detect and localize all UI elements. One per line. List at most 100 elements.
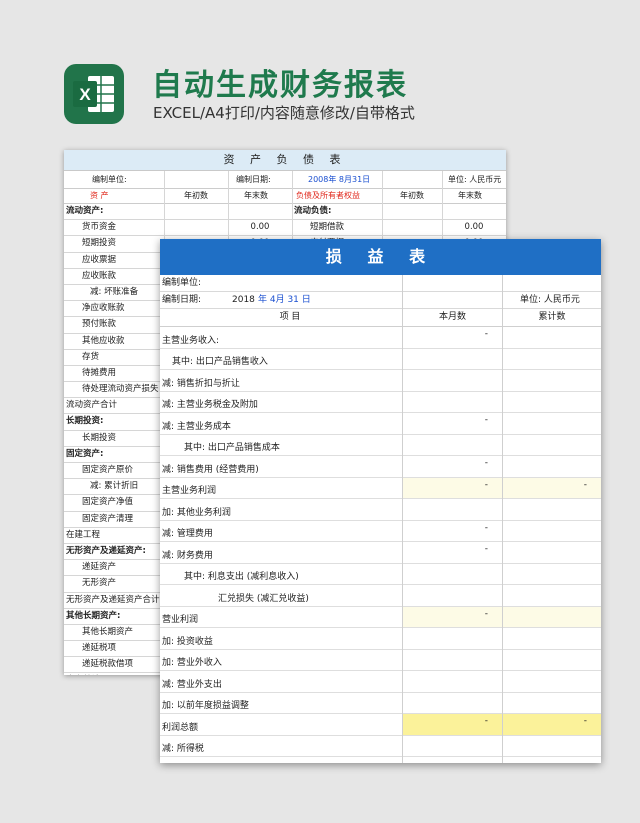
row-label: 汇兑损失 (减汇兑收益): [218, 593, 309, 604]
balance-sheet-info-row: 编制单位: 编制日期: 2008年 8月31日 单位: 人民币元: [64, 171, 506, 189]
table-row: 减: 销售费用 (经营费用) -: [160, 456, 601, 478]
row-label: 资产总计: [66, 673, 162, 675]
row-label: 减: 销售折扣与折让: [162, 378, 240, 389]
unit-label: 单位: 人民币元: [448, 175, 502, 184]
row-label: 无形资产及递延资产:: [66, 545, 146, 556]
table-row: 减: 营业外支出: [160, 671, 601, 693]
row-label: 营业利润: [162, 615, 199, 625]
cell-total: [503, 650, 601, 671]
row-label: 递延资产: [82, 562, 117, 573]
row-label: 减: 财务费用: [162, 550, 213, 561]
cell-month: -: [403, 757, 502, 763]
row-label: 无形资产: [82, 578, 117, 589]
table-row: 净利润 --: [160, 757, 601, 763]
cell-month: -: [484, 415, 488, 425]
row-label: 加: 投资收益: [162, 636, 213, 647]
row-label: 预付账款: [82, 319, 117, 330]
col-liabilities: 负债及所有者权益: [296, 191, 360, 200]
row-label: 减: 管理费用: [162, 529, 213, 539]
row-label: 短期投资: [82, 238, 117, 249]
row-label-liability: 短期借款: [310, 222, 345, 233]
table-row: 营业利润 -: [160, 606, 601, 628]
row-label: 其他长期资产: [82, 626, 134, 637]
row-label: 固定资产清理: [82, 513, 134, 524]
table-row: 减: 销售折扣与折让: [160, 370, 601, 392]
income-statement: 损 益 表 编制单位: 编制日期: 2018 年 4月 31 日 单位: 人民币…: [160, 239, 601, 763]
row-label: 加: 以前年度损益调整: [162, 701, 249, 711]
balance-sheet-title: 资 产 负 债 表: [64, 150, 506, 171]
row-label: 固定资产原价: [82, 465, 134, 475]
table-row: 主营业务利润 - -: [160, 477, 601, 499]
table-row: 流动资产: 流动负债:: [64, 204, 506, 221]
unit-label: 单位: 人民币元: [520, 295, 580, 305]
table-row: 其中: 出口产品销售收入: [160, 349, 601, 370]
row-label: 减: 营业外支出: [162, 679, 222, 690]
cell-total: [503, 413, 601, 434]
income-statement-title: 损 益 表: [160, 239, 601, 275]
col-assets: 资 产: [90, 191, 109, 200]
row-label: 主营业务利润: [162, 486, 217, 496]
cell-month: [403, 671, 502, 692]
date-row: 编制日期: 2018 年 4月 31 日 单位: 人民币元: [160, 292, 601, 309]
row-label: 其他长期资产:: [66, 610, 121, 621]
row-label: 固定资产净值: [82, 497, 134, 508]
col-end-2: 年末数: [458, 191, 482, 200]
compiler-row: 编制单位:: [160, 275, 601, 292]
table-row: 减: 主营业务成本 -: [160, 413, 601, 435]
cell-total: [503, 521, 601, 542]
date-label: 编制日期:: [236, 175, 271, 184]
row-label: 长期投资: [82, 432, 117, 443]
row-label: 递延税款借项: [82, 659, 134, 670]
income-statement-rows: 主营业务收入: - 其中: 出口产品销售收入 减: 销售折扣与折让 减: 主营业务税金及…: [160, 327, 601, 763]
row-label: 长期投资:: [66, 416, 104, 427]
cell-month: [403, 736, 502, 757]
row-label: 减: 坏账准备: [90, 286, 139, 297]
cell-month: -: [403, 477, 502, 498]
row-label: 减: 主营业务税金及附加: [162, 400, 258, 410]
row-label: 待处理流动资产损失: [82, 384, 159, 395]
row-label: 在建工程: [66, 529, 101, 540]
table-row: 加: 其他业务利润: [160, 499, 601, 521]
row-label: 其中: 出口产品销售收入: [172, 357, 268, 367]
table-row: 其中: 利息支出 (减利息收入): [160, 564, 601, 585]
cell-month: -: [484, 329, 488, 339]
col-total: 累计数: [538, 312, 566, 322]
table-row: 利润总额 - -: [160, 714, 601, 736]
row-label: 递延税项: [82, 643, 117, 654]
col-month: 本月数: [438, 312, 466, 322]
table-row: 汇兑损失 (减汇兑收益): [160, 585, 601, 607]
col-end: 年末数: [244, 191, 268, 200]
cell-month: [403, 564, 502, 585]
page-subtitle: EXCEL/A4打印/内容随意修改/自带格式: [153, 104, 415, 122]
cell-total: [503, 349, 601, 370]
cell-month: [403, 650, 502, 671]
cell-month: -: [484, 458, 488, 468]
cell-total: -: [503, 477, 601, 498]
cell-total: [503, 392, 601, 413]
cell-month: [403, 435, 502, 456]
cell-month: -: [484, 544, 488, 554]
table-row: 加: 以前年度损益调整: [160, 693, 601, 714]
income-statement-header: 项 目 本月数 累计数: [160, 309, 601, 327]
cell-total: [503, 370, 601, 391]
table-row: 加: 投资收益: [160, 628, 601, 650]
cell-month: [403, 499, 502, 520]
cell-month: [403, 628, 502, 649]
table-row: 货币资金 0.00 短期借款 0.00: [64, 220, 506, 237]
row-label: 存货: [82, 351, 100, 362]
row-label: 加: 其他业务利润: [162, 507, 231, 518]
cell-total: [503, 499, 601, 520]
date-value: 2008年 8月31日: [308, 175, 371, 184]
compiler-label: 编制单位:: [162, 278, 202, 288]
cell-total: [503, 327, 601, 348]
date-year: 2018: [232, 295, 255, 305]
cell-total: [503, 606, 601, 627]
table-row: 减: 所得税: [160, 736, 601, 757]
row-label-liability: 流动负债:: [294, 206, 332, 216]
svg-text:X: X: [79, 85, 91, 104]
row-label: 其中: 利息支出 (减利息收入): [184, 572, 299, 582]
cell-month: [403, 693, 502, 714]
cell-total: [503, 671, 601, 692]
cell-total: -: [503, 757, 601, 763]
row-label: 净利润: [172, 763, 199, 764]
